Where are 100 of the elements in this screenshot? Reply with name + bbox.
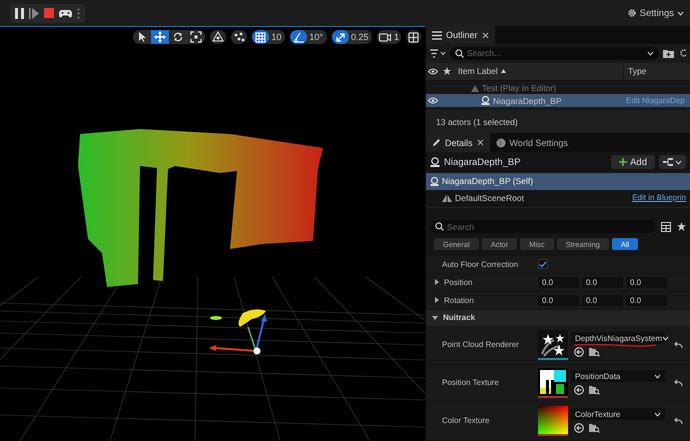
folder-search-icon[interactable] <box>589 347 600 358</box>
panel-tab[interactable]: Details <box>426 133 490 152</box>
close-icon[interactable] <box>476 139 484 146</box>
expand-right-icon[interactable] <box>434 297 440 304</box>
edit-blueprint-link[interactable]: Edit in Blueprin <box>632 193 686 202</box>
chevron-down-icon <box>675 160 682 164</box>
arrow-left-circle-icon[interactable] <box>574 385 584 396</box>
number-field[interactable]: 0.0 <box>538 294 579 306</box>
eye-icon[interactable] <box>428 97 438 104</box>
property-label: Auto Floor Correction <box>442 260 518 269</box>
pencil-icon <box>432 138 441 148</box>
scale-snap-icon <box>334 30 347 44</box>
triangle-icon <box>212 31 224 43</box>
search-field[interactable]: Search <box>430 220 655 234</box>
search-icon <box>435 222 444 232</box>
settings-icon[interactable] <box>678 48 686 58</box>
column-header[interactable]: Type <box>628 66 646 76</box>
scale-tool-button[interactable] <box>187 30 206 44</box>
number-field[interactable]: 0.0 <box>626 276 667 288</box>
actor-count: 13 actors (1 selected) <box>426 110 690 134</box>
actor-name: NiagaraDepth_BP <box>444 156 522 168</box>
outliner-row[interactable]: Test (Play In Editor) <box>426 81 690 94</box>
grid-snap-button[interactable] <box>252 30 270 44</box>
folder-plus-icon[interactable] <box>663 48 674 58</box>
stars-thumbnail <box>538 330 568 360</box>
component-row[interactable]: DefaultSceneRoot Edit in Blueprin <box>426 190 690 206</box>
chevron-down-icon <box>654 374 661 379</box>
number-field[interactable]: 0.0 <box>626 294 667 306</box>
sort-up-icon <box>500 69 506 74</box>
scene-root-icon <box>442 193 452 202</box>
reset-arrow-icon[interactable] <box>674 416 683 425</box>
actor-icon <box>430 157 440 167</box>
step-icon[interactable] <box>29 8 39 18</box>
transform-gizmo-drawing <box>209 314 267 354</box>
camera-speed-button[interactable]: 1 <box>377 30 401 44</box>
angle-snap-button[interactable] <box>290 30 308 44</box>
angle-snap-icon <box>292 30 306 44</box>
world-icon <box>471 84 479 92</box>
property-label: Color Texture <box>442 416 490 426</box>
pause-icon[interactable] <box>15 8 24 18</box>
settings-icon <box>626 8 637 18</box>
reset-arrow-icon[interactable] <box>674 340 683 349</box>
property-label: Point Cloud Renderer <box>442 340 519 350</box>
column-header[interactable]: Item Label <box>458 66 498 76</box>
chevron-down-icon <box>647 50 654 56</box>
component-row[interactable]: NiagaraDepth_BP (Self) <box>426 172 690 190</box>
outliner-row[interactable]: NiagaraDepth_BP Edit NiagaraDep <box>426 94 690 108</box>
list-icon <box>432 30 442 40</box>
layout-button[interactable] <box>406 30 421 44</box>
surface-snap-button[interactable] <box>210 30 226 44</box>
points-button[interactable] <box>231 30 248 44</box>
grid-snap-icon <box>254 30 268 44</box>
category-label: Nuitrack <box>443 313 476 322</box>
number-field[interactable]: 0.0 <box>582 294 623 306</box>
star-icon <box>443 67 451 76</box>
folder-search-icon[interactable] <box>589 423 600 434</box>
folder-search-icon[interactable] <box>589 385 600 396</box>
property-label: Position <box>444 278 472 287</box>
chevron-down-icon <box>654 412 661 417</box>
component-label: NiagaraDepth_BP (Self) <box>442 176 534 186</box>
actor-icon <box>430 176 439 186</box>
camera-icon <box>379 32 392 42</box>
plus-icon <box>619 158 628 166</box>
search-icon <box>455 48 464 58</box>
outliner-tab[interactable]: Outliner <box>426 26 495 44</box>
filter-icon[interactable] <box>430 48 446 58</box>
table-icon[interactable] <box>661 222 671 232</box>
nodes-icon <box>663 158 673 166</box>
translate-icon <box>153 30 168 44</box>
chevron-down-icon <box>662 336 670 341</box>
translate-tool-button[interactable] <box>151 30 170 44</box>
close-icon[interactable] <box>482 32 489 39</box>
component-label: DefaultSceneRoot <box>455 192 525 203</box>
add-button[interactable]: Add <box>611 155 655 169</box>
asset-dropdown[interactable]: PositionData <box>571 370 665 382</box>
expand-right-icon[interactable] <box>434 279 440 286</box>
scale-snap-button[interactable] <box>332 30 349 44</box>
number-field[interactable]: 0.0 <box>538 276 579 288</box>
star-icon[interactable] <box>677 222 686 232</box>
property-label: Position Texture <box>442 378 499 388</box>
arrow-left-circle-icon[interactable] <box>574 347 584 358</box>
globe-icon <box>496 138 506 148</box>
number-field[interactable]: 0.0 <box>582 276 623 288</box>
dots-icon <box>233 31 246 43</box>
settings-button[interactable]: Settings <box>624 6 686 20</box>
scale-icon <box>189 30 204 44</box>
more-options-icon[interactable] <box>77 8 80 18</box>
gamepad-icon[interactable] <box>59 8 72 18</box>
row-label: NiagaraDepth_BP <box>493 96 562 106</box>
eye-icon <box>428 68 438 75</box>
arrow-left-circle-icon[interactable] <box>574 423 584 434</box>
property-label: Rotation <box>444 296 474 305</box>
asset-dropdown[interactable]: ColorTexture <box>571 408 665 420</box>
reset-arrow-icon[interactable] <box>674 378 683 387</box>
blueprint-button[interactable] <box>659 155 686 169</box>
checkbox[interactable] <box>538 259 548 270</box>
hand-points-drawing <box>210 309 266 327</box>
gradient-thumbnail <box>538 406 568 436</box>
search-field[interactable]: Search... <box>450 46 659 60</box>
expand-down-icon[interactable] <box>432 314 438 321</box>
